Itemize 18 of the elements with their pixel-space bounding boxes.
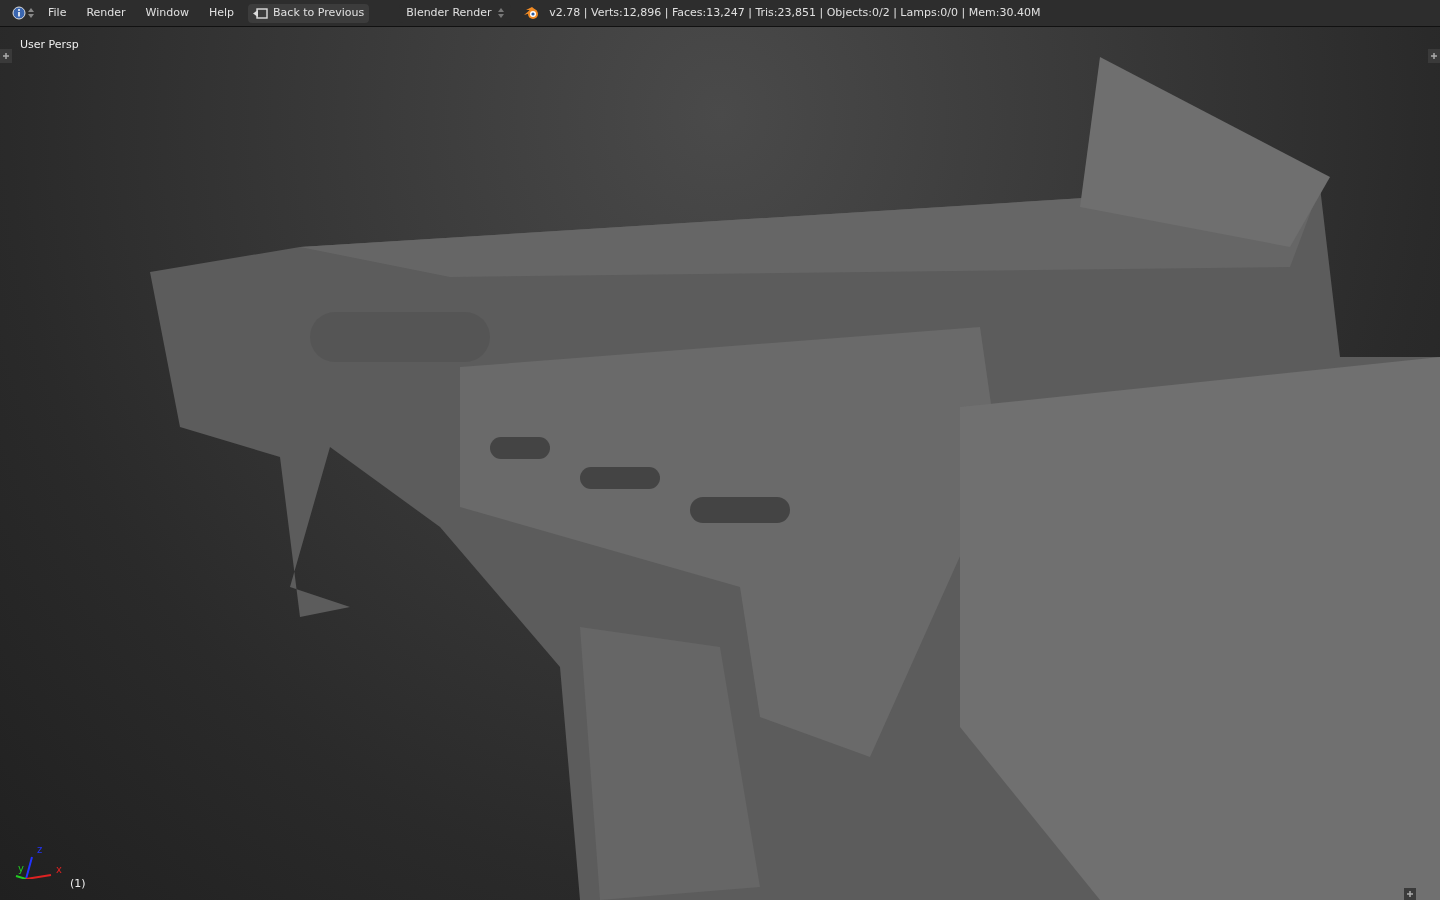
plus-icon[interactable] [1404,888,1416,900]
up-down-arrows-icon [28,7,34,19]
back-to-previous-button[interactable]: Back to Previous [248,3,370,23]
menu-item[interactable]: File [48,4,67,22]
menu-item[interactable]: Help [208,4,235,22]
up-down-arrows-icon [498,7,505,19]
frame-number: (1) [70,875,86,892]
3d-viewport[interactable]: User Persp z y x (1) [0,27,1440,900]
menu-item[interactable]: Window [145,4,189,22]
editor-type-selector[interactable] [12,6,34,20]
scene-statistics: v2.78 | Verts:12,896 | Faces:13,247 | Tris:23,851 | Objects:0/2 | Lamps:0/0 | Mem:30.40M [549,4,1041,21]
plus-icon[interactable] [0,49,12,63]
plus-icon[interactable] [1428,49,1440,63]
axis-gizmo-drawing: z y x [6,837,62,879]
info-icon [12,6,26,20]
menu-item[interactable]: Render [86,4,126,22]
blender-logo-icon [523,6,540,20]
view-name-label: User Persp [20,37,79,53]
